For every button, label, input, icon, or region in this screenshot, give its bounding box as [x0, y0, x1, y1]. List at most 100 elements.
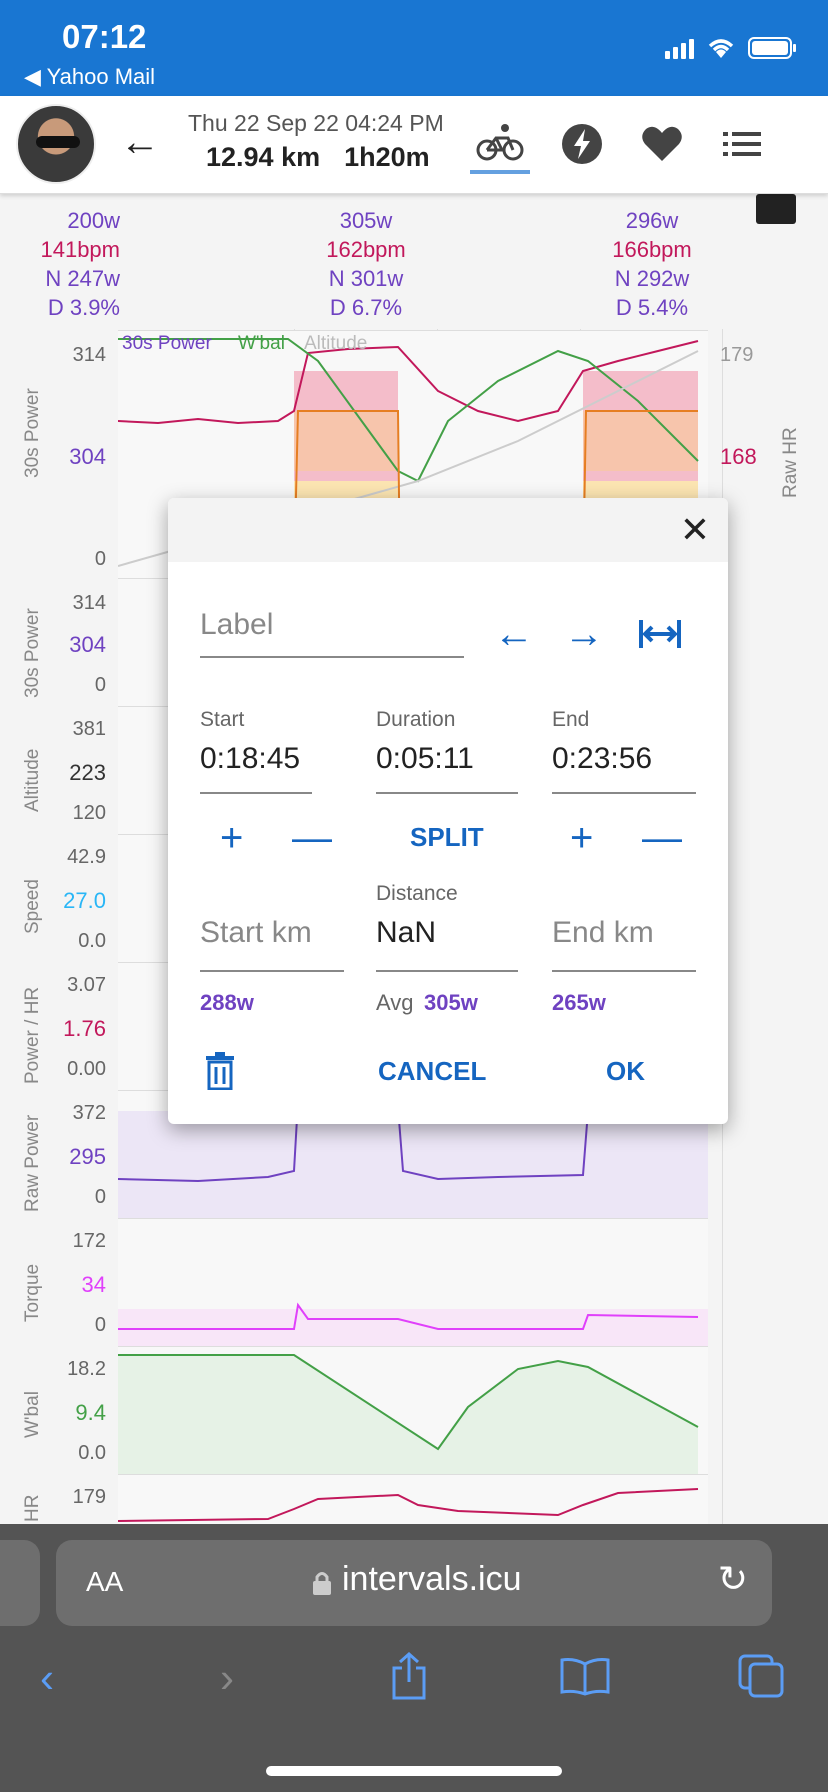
start-label: Start: [200, 708, 245, 731]
y-tick: 223: [69, 760, 106, 785]
y-tick: 304: [69, 444, 106, 469]
label-field[interactable]: Label: [200, 608, 464, 658]
end-plus-button[interactable]: +: [570, 816, 593, 861]
avg-power: 305w: [424, 990, 478, 1015]
reload-icon[interactable]: ↻: [718, 1558, 748, 1600]
reader-options-button[interactable]: AA: [86, 1566, 123, 1598]
y-tick: 0: [94, 1314, 106, 1336]
y-tick: 27.0: [63, 888, 106, 913]
previous-tab-stub[interactable]: [0, 1540, 40, 1626]
heart-icon: [642, 126, 682, 161]
chart-label: Speed: [22, 879, 43, 934]
tabs-icon[interactable]: [738, 1654, 784, 1698]
lock-icon: [313, 1572, 331, 1595]
tab-list[interactable]: [712, 114, 772, 174]
start-field[interactable]: Start 0:18:45: [200, 708, 312, 794]
activity-duration: 1h20m: [344, 142, 430, 172]
chart-hr[interactable]: [117, 1474, 708, 1524]
y-tick: 381: [72, 718, 106, 740]
y-tick: 3.07: [67, 974, 106, 996]
end-minus-button[interactable]: —: [642, 816, 682, 861]
status-bar: 07:12 ◀ Yahoo Mail: [0, 0, 828, 96]
chart-label: Power / HR: [22, 986, 43, 1084]
y-tick: 172: [72, 1230, 106, 1252]
y-tick: 0: [94, 548, 106, 570]
avatar[interactable]: [16, 104, 96, 184]
expand-horizontal-icon[interactable]: [638, 616, 682, 652]
chart-label: HR: [22, 1494, 43, 1522]
bookmarks-icon[interactable]: [560, 1656, 610, 1696]
lightning-icon: [562, 124, 602, 164]
share-icon[interactable]: [388, 1652, 430, 1700]
interval-summary[interactable]: 296w 166bpm N 292w D 5.4%: [582, 206, 722, 322]
chart-label: 30s Power: [22, 608, 43, 698]
distance-field[interactable]: Distance NaN: [376, 882, 518, 972]
back-to-app-link[interactable]: ◀ Yahoo Mail: [24, 64, 155, 90]
interval-summary[interactable]: 200w 141bpm N 247w D 3.9%: [20, 206, 120, 322]
duration-label: Duration: [376, 708, 456, 731]
y-tick: 9.4: [75, 1400, 106, 1425]
browser-forward-icon[interactable]: ›: [220, 1654, 234, 1702]
browser-toolbar: AA intervals.icu ↻ ‹ ›: [0, 1524, 828, 1792]
back-arrow-icon[interactable]: ←: [120, 120, 160, 165]
start-input[interactable]: 0:18:45: [200, 742, 312, 776]
end-power: 265w: [552, 990, 606, 1015]
chart-wbal[interactable]: [118, 1346, 708, 1475]
legend-30s-power: 30s Power: [122, 333, 212, 354]
interval-edit-dialog: ✕ Label ← → Start 0:18:45 Duration 0:05:…: [168, 498, 728, 1124]
status-time: 07:12: [62, 18, 147, 55]
comment-icon[interactable]: [756, 194, 796, 224]
address-bar[interactable]: AA intervals.icu ↻: [56, 1540, 772, 1626]
close-icon[interactable]: ✕: [680, 512, 710, 548]
tab-bike[interactable]: [470, 114, 530, 174]
distance-value[interactable]: NaN: [376, 916, 518, 950]
end-km-field[interactable]: End km: [552, 906, 696, 972]
home-indicator[interactable]: [266, 1766, 562, 1776]
y-tick: 314: [72, 592, 106, 614]
activity-date: Thu 22 Sep 22 04:24 PM: [188, 110, 444, 136]
y-tick: 304: [69, 632, 106, 657]
chart-label-right: Raw HR: [780, 427, 801, 498]
arrow-right-icon[interactable]: →: [564, 612, 604, 657]
split-button[interactable]: SPLIT: [410, 822, 484, 853]
start-power: 288w: [200, 990, 254, 1015]
tab-heart[interactable]: [632, 114, 692, 174]
chart-label: Raw Power: [22, 1114, 43, 1212]
status-icons: [665, 36, 798, 60]
y-tick-right: 179: [720, 344, 754, 366]
start-km-input[interactable]: Start km: [200, 916, 344, 950]
cellular-signal-icon: [665, 37, 694, 59]
chart-torque[interactable]: [118, 1218, 708, 1347]
end-input[interactable]: 0:23:56: [552, 742, 696, 776]
y-tick: 120: [72, 802, 106, 824]
arrow-left-icon[interactable]: ←: [494, 612, 534, 657]
ok-button[interactable]: OK: [606, 1056, 645, 1087]
start-km-field[interactable]: Start km: [200, 906, 344, 972]
trash-icon[interactable]: [204, 1052, 236, 1090]
start-minus-button[interactable]: —: [292, 816, 332, 861]
chart-label: 30s Power: [22, 388, 43, 478]
interval-summary[interactable]: 305w 162bpm N 301w D 6.7%: [296, 206, 436, 322]
chart-label: Altitude: [22, 748, 43, 812]
y-tick: 34: [81, 1272, 106, 1297]
end-field[interactable]: End 0:23:56: [552, 708, 696, 794]
end-km-input[interactable]: End km: [552, 916, 696, 950]
y-tick: 0: [94, 1186, 106, 1208]
legend-altitude: Altitude: [304, 333, 367, 354]
start-plus-button[interactable]: +: [220, 816, 243, 861]
y-tick: 295: [69, 1144, 106, 1169]
label-input[interactable]: Label: [200, 608, 464, 642]
y-tick: 0.00: [67, 1058, 106, 1080]
duration-field[interactable]: Duration 0:05:11: [376, 708, 518, 794]
url-text[interactable]: intervals.icu: [342, 1560, 522, 1599]
avg-label: Avg: [376, 990, 414, 1015]
activity-header: ← Thu 22 Sep 22 04:24 PM 12.94 km 1h20m: [0, 96, 828, 194]
y-tick-right: 168: [720, 444, 757, 469]
cancel-button[interactable]: CANCEL: [378, 1056, 486, 1087]
battery-icon: [748, 37, 796, 59]
browser-back-icon[interactable]: ‹: [40, 1654, 54, 1702]
duration-input[interactable]: 0:05:11: [376, 742, 518, 776]
y-tick: 372: [72, 1102, 106, 1124]
tab-power[interactable]: [552, 114, 612, 174]
list-icon: [723, 132, 761, 156]
